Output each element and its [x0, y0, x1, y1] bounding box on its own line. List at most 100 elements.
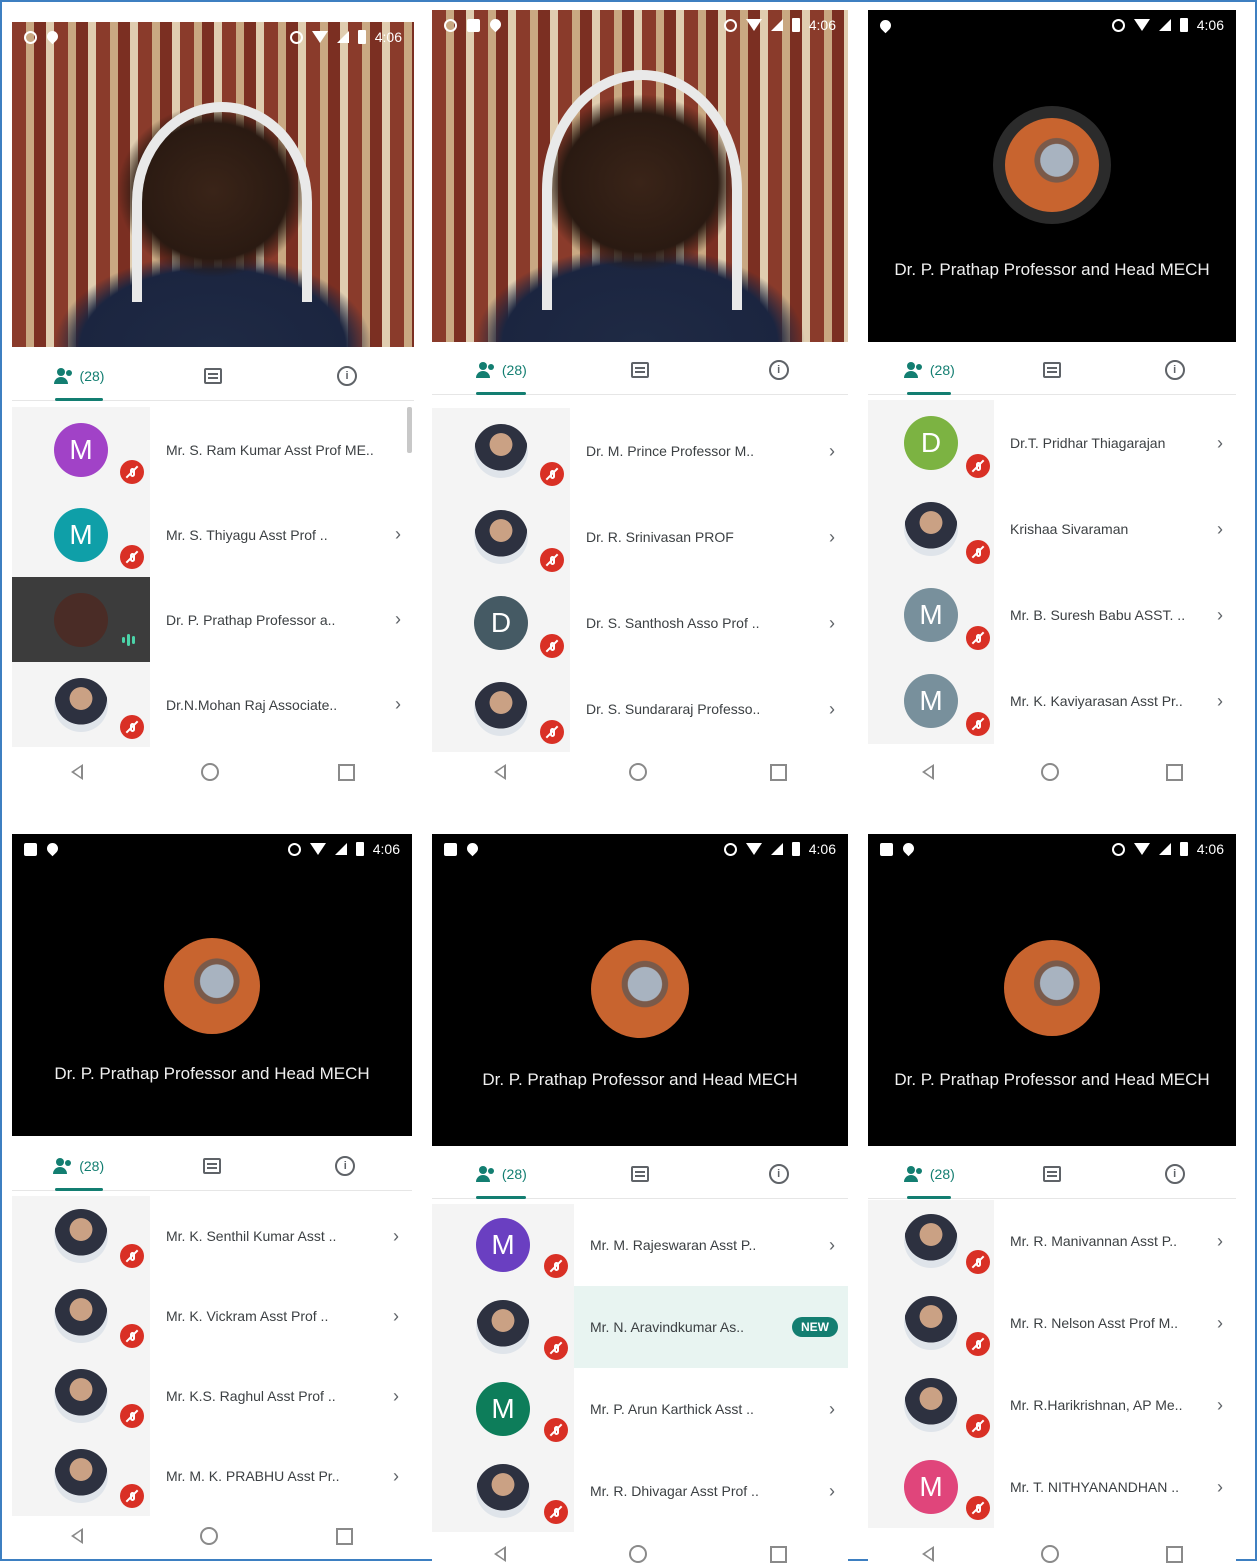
- participant-name: Dr.N.Mohan Raj Associate..: [166, 696, 338, 713]
- screenshot-panel-2: 4:06 (28) i Dr. M. Prince Professor M.. ›…: [432, 10, 848, 802]
- participant-name: Dr.T. Pridhar Thiagarajan: [1010, 435, 1166, 451]
- back-icon[interactable]: [493, 1546, 506, 1562]
- presenter-view: 4:06 Dr. P. Prathap Professor and Head M…: [868, 834, 1236, 1146]
- participant-list: Mr. K. Senthil Kumar Asst .. › Mr. K. Vic…: [12, 1196, 412, 1516]
- tab-participants[interactable]: (28): [12, 1142, 145, 1191]
- participant-row[interactable]: Mr. K. Senthil Kumar Asst .. ›: [12, 1196, 412, 1276]
- home-icon[interactable]: [628, 763, 647, 781]
- participant-name: Mr. K. Vickram Asst Prof ..: [166, 1308, 329, 1324]
- tab-participants[interactable]: (28): [868, 346, 991, 395]
- tab-info[interactable]: i: [1113, 346, 1236, 394]
- status-time: 4:06: [808, 841, 836, 857]
- back-icon[interactable]: [921, 1546, 934, 1562]
- participant-row[interactable]: Mr. R. Manivannan Asst P.. ›: [868, 1200, 1236, 1282]
- screenshot-panel-4: 4:06 Dr. P. Prathap Professor and Head M…: [12, 834, 412, 1556]
- participant-row[interactable]: Mr. R. Nelson Asst Prof M.. ›: [868, 1282, 1236, 1364]
- presenter-name: Dr. P. Prathap Professor and Head MECH: [894, 260, 1210, 279]
- recents-icon[interactable]: [337, 763, 355, 781]
- recents-icon[interactable]: [1165, 1545, 1183, 1563]
- chevron-right-icon: ›: [395, 524, 401, 544]
- recents-icon[interactable]: [336, 1527, 354, 1545]
- back-icon[interactable]: [493, 764, 506, 780]
- participant-row[interactable]: Mr. N. Aravindkumar As.. NEW: [432, 1286, 848, 1368]
- participant-row[interactable]: Mr. K.S. Raghul Asst Prof .. ›: [12, 1356, 412, 1436]
- tab-participants[interactable]: (28): [432, 346, 571, 395]
- chevron-right-icon: ›: [829, 1234, 835, 1255]
- participant-row[interactable]: Mr. K. Vickram Asst Prof .. ›: [12, 1276, 412, 1356]
- tab-info[interactable]: i: [280, 352, 414, 400]
- status-time: 4:06: [374, 29, 402, 45]
- presenter-avatar: [1004, 940, 1100, 1036]
- alarm-icon: [289, 30, 303, 44]
- participant-row[interactable]: M Mr. S. Ram Kumar Asst Prof ME..: [12, 407, 414, 492]
- mic-off-icon: [120, 545, 144, 569]
- tab-chat[interactable]: [145, 1142, 278, 1190]
- tab-chat[interactable]: [571, 346, 710, 394]
- participant-row[interactable]: Krishaa Sivaraman ›: [868, 486, 1236, 572]
- whatsapp-icon: [444, 18, 457, 32]
- avatar: [476, 1464, 530, 1518]
- participant-row[interactable]: Mr. R.Harikrishnan, AP Me.. ›: [868, 1364, 1236, 1446]
- tab-chat[interactable]: [991, 346, 1114, 394]
- home-icon[interactable]: [1040, 1545, 1059, 1563]
- battery-icon: [1179, 18, 1188, 32]
- tab-chat[interactable]: [146, 352, 280, 400]
- tab-bar: (28) i: [432, 1150, 848, 1199]
- participant-row[interactable]: M Mr. B. Suresh Babu ASST. .. ›: [868, 572, 1236, 658]
- mic-off-icon: [966, 1414, 990, 1438]
- home-icon[interactable]: [1040, 763, 1059, 781]
- back-icon[interactable]: [921, 764, 934, 780]
- avatar: [904, 1214, 958, 1268]
- mic-off-icon: [120, 715, 144, 739]
- tab-info[interactable]: i: [279, 1142, 412, 1190]
- participant-row[interactable]: M Mr. K. Kaviyarasan Asst Pr.. ›: [868, 658, 1236, 744]
- new-badge: NEW: [792, 1317, 838, 1337]
- status-bar: 4:06: [12, 22, 414, 52]
- tab-participants[interactable]: (28): [12, 352, 146, 401]
- battery-icon: [1179, 842, 1188, 856]
- participant-row[interactable]: M Mr. M. Rajeswaran Asst P.. ›: [432, 1204, 848, 1286]
- tab-bar: (28) i: [868, 1150, 1236, 1199]
- mic-off-icon: [544, 1418, 568, 1442]
- recents-icon[interactable]: [1165, 763, 1183, 781]
- wifi-icon: [745, 843, 762, 855]
- participant-row[interactable]: M Mr. P. Arun Karthick Asst .. ›: [432, 1368, 848, 1450]
- location-icon: [44, 28, 61, 44]
- participant-row[interactable]: Dr. M. Prince Professor M.. ›: [432, 408, 848, 494]
- tab-chat[interactable]: [571, 1150, 710, 1198]
- avatar: [54, 1449, 108, 1503]
- participant-row[interactable]: Dr. P. Prathap Professor a.. ›: [12, 577, 414, 662]
- alarm-icon: [287, 842, 301, 856]
- participant-row[interactable]: D Dr. S. Santhosh Asso Prof .. ›: [432, 580, 848, 666]
- participant-row[interactable]: Dr. S. Sundararaj Professo.. ›: [432, 666, 848, 752]
- home-icon[interactable]: [201, 763, 220, 781]
- mic-off-icon: [966, 626, 990, 650]
- tab-participants[interactable]: (28): [432, 1150, 571, 1199]
- participants-count: (28): [501, 1166, 527, 1182]
- participant-row[interactable]: Dr. R. Srinivasan PROF ›: [432, 494, 848, 580]
- avatar: M: [54, 422, 108, 477]
- participant-row[interactable]: Mr. M. K. PRABHU Asst Pr.. ›: [12, 1436, 412, 1516]
- tab-info[interactable]: i: [1113, 1150, 1236, 1198]
- tab-participants[interactable]: (28): [868, 1150, 991, 1199]
- people-icon: [53, 368, 76, 384]
- home-icon[interactable]: [200, 1527, 219, 1545]
- participant-name: Mr. T. NITHYANANDHAN ..: [1010, 1479, 1180, 1495]
- tab-chat[interactable]: [991, 1150, 1114, 1198]
- avatar: [474, 510, 528, 564]
- back-icon[interactable]: [71, 764, 84, 780]
- participant-row[interactable]: M Mr. S. Thiyagu Asst Prof .. ›: [12, 492, 414, 577]
- tab-info[interactable]: i: [709, 1150, 848, 1198]
- home-icon[interactable]: [628, 1545, 647, 1563]
- participant-row[interactable]: D Dr.T. Pridhar Thiagarajan ›: [868, 400, 1236, 486]
- recents-icon[interactable]: [769, 763, 787, 781]
- participant-row[interactable]: Mr. R. Dhivagar Asst Prof .. ›: [432, 1450, 848, 1532]
- image-icon: [444, 842, 457, 856]
- recents-icon[interactable]: [769, 1545, 787, 1563]
- tab-info[interactable]: i: [709, 346, 848, 394]
- participant-row[interactable]: Dr.N.Mohan Raj Associate.. ›: [12, 662, 414, 747]
- participant-name: Mr. K. Kaviyarasan Asst Pr..: [1010, 693, 1183, 709]
- participant-row[interactable]: M Mr. T. NITHYANANDHAN .. ›: [868, 1446, 1236, 1528]
- android-nav-bar: [12, 752, 414, 792]
- back-icon[interactable]: [70, 1528, 83, 1544]
